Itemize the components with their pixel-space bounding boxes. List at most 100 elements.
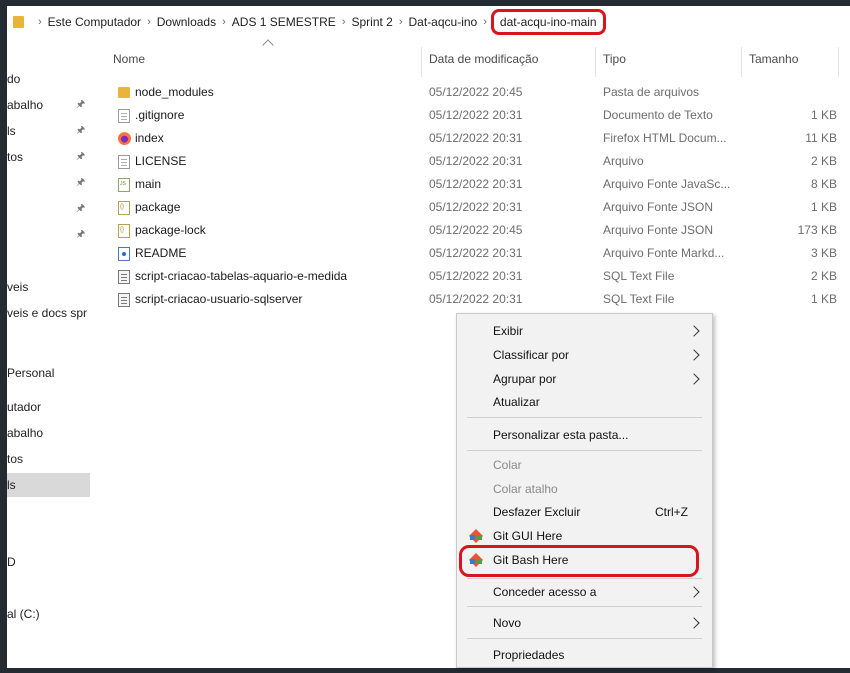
breadcrumb-item-sprint-2[interactable]: Sprint 2: [351, 15, 392, 29]
menu-item-label: Git Bash Here: [493, 553, 569, 567]
menu-item-label: Personalizar esta pasta...: [493, 428, 629, 442]
nav-item[interactable]: D: [7, 550, 90, 574]
file-row[interactable]: main 05/12/2022 20:31 Arquivo Fonte Java…: [90, 173, 850, 196]
nav-item-label: abalho: [7, 426, 44, 440]
breadcrumb-item-este-computador[interactable]: Este Computador: [48, 15, 141, 29]
menu-item-label: Desfazer Excluir: [493, 505, 581, 519]
sql-file-icon: [118, 293, 130, 307]
column-header-name[interactable]: Nome: [113, 37, 145, 77]
nav-item-label: D: [7, 555, 16, 569]
menu-item-propriedades[interactable]: Propriedades: [457, 643, 712, 667]
nav-item[interactable]: tos 🖈︎: [7, 145, 90, 169]
nav-item-selected[interactable]: ls: [7, 473, 90, 497]
chevron-right-icon: [688, 325, 700, 337]
breadcrumb-current-folder[interactable]: dat-acqu-ino-main: [490, 8, 606, 35]
chevron-right-icon[interactable]: ›: [399, 16, 403, 28]
menu-separator: [467, 417, 702, 418]
file-row[interactable]: index 05/12/2022 20:31 Firefox HTML Docu…: [90, 127, 850, 150]
menu-item-git-bash[interactable]: Git Bash Here: [457, 548, 712, 572]
menu-item-git-gui[interactable]: Git GUI Here: [457, 524, 712, 548]
breadcrumb-item-ads-1-semestre[interactable]: ADS 1 SEMESTRE: [232, 15, 336, 29]
file-date: 05/12/2022 20:31: [429, 131, 523, 145]
file-row[interactable]: script-criacao-usuario-sqlserver 05/12/2…: [90, 288, 850, 311]
menu-item-conceder-acesso[interactable]: Conceder acesso a: [457, 580, 712, 604]
column-divider[interactable]: [741, 47, 742, 77]
file-type: Firefox HTML Docum...: [603, 131, 727, 145]
chevron-right-icon[interactable]: ›: [483, 16, 487, 28]
file-type: Arquivo Fonte JavaSc...: [603, 177, 731, 191]
nav-item-label: tos: [7, 150, 24, 164]
menu-item-exibir[interactable]: Exibir: [457, 319, 712, 343]
menu-item-atualizar[interactable]: Atualizar: [457, 390, 712, 414]
nav-item-label: Personal: [7, 366, 55, 380]
chevron-right-icon[interactable]: ›: [38, 16, 42, 28]
file-size: 2 KB: [810, 269, 837, 283]
nav-item[interactable]: 🖈︎: [7, 197, 90, 221]
file-row[interactable]: README 05/12/2022 20:31 Arquivo Fonte Ma…: [90, 242, 850, 265]
menu-item-label: Classificar por: [493, 348, 570, 362]
file-size: 11 KB: [805, 131, 837, 145]
menu-item-label: Colar atalho: [493, 482, 558, 496]
file-explorer-window: › Este Computador › Downloads › ADS 1 SE…: [7, 6, 850, 668]
menu-item-label: Agrupar por: [493, 372, 557, 386]
sort-ascending-icon: [262, 39, 274, 51]
nav-item[interactable]: Personal: [7, 361, 90, 385]
nav-item[interactable]: veis e docs spr: [7, 301, 90, 325]
file-name: package-lock: [135, 223, 206, 237]
file-row[interactable]: script-criacao-tabelas-aquario-e-medida …: [90, 265, 850, 288]
file-row[interactable]: node_modules 05/12/2022 20:45 Pasta de a…: [90, 81, 850, 104]
breadcrumb-item-downloads[interactable]: Downloads: [157, 15, 216, 29]
nav-item[interactable]: 🖈︎: [7, 223, 90, 247]
file-date: 05/12/2022 20:31: [429, 200, 523, 214]
menu-separator: [467, 578, 702, 579]
file-type: Arquivo Fonte Markd...: [603, 246, 725, 260]
git-icon: [469, 529, 483, 543]
chevron-right-icon[interactable]: ›: [222, 16, 226, 28]
nav-item[interactable]: abalho: [7, 421, 90, 445]
file-date: 05/12/2022 20:31: [429, 246, 523, 260]
nav-item[interactable]: utador: [7, 395, 90, 419]
menu-item-label: Conceder acesso a: [493, 585, 597, 599]
column-divider[interactable]: [421, 47, 422, 77]
chevron-right-icon: [688, 617, 700, 629]
menu-item-agrupar[interactable]: Agrupar por: [457, 367, 712, 391]
file-row[interactable]: package-lock 05/12/2022 20:45 Arquivo Fo…: [90, 219, 850, 242]
nav-item-label: abalho: [7, 98, 44, 112]
pin-icon: 🖈︎: [76, 229, 86, 240]
column-header-type[interactable]: Tipo: [603, 37, 626, 77]
nav-item[interactable]: do: [7, 67, 90, 91]
context-menu: Exibir Classificar por Agrupar por Atual…: [456, 313, 713, 668]
nav-item[interactable]: veis: [7, 275, 90, 299]
file-size: 3 KB: [810, 246, 837, 260]
column-header-date[interactable]: Data de modificação: [429, 37, 538, 77]
nav-item-label: utador: [7, 400, 42, 414]
menu-item-personalizar[interactable]: Personalizar esta pasta...: [457, 423, 712, 447]
file-row[interactable]: package 05/12/2022 20:31 Arquivo Fonte J…: [90, 196, 850, 219]
column-divider[interactable]: [838, 47, 839, 77]
nav-item[interactable]: al (C:): [7, 602, 90, 626]
json-file-icon: [118, 224, 130, 238]
breadcrumb-item-dat-aqcu-ino[interactable]: Dat-aqcu-ino: [409, 15, 478, 29]
file-row[interactable]: .gitignore 05/12/2022 20:31 Documento de…: [90, 104, 850, 127]
file-date: 05/12/2022 20:31: [429, 108, 523, 122]
nav-item[interactable]: ls 🖈︎: [7, 119, 90, 143]
nav-item-label: tos: [7, 452, 24, 466]
nav-item[interactable]: 🖈︎: [7, 171, 90, 195]
menu-item-classificar[interactable]: Classificar por: [457, 343, 712, 367]
menu-item-colar[interactable]: Colar: [457, 453, 712, 477]
chevron-right-icon[interactable]: ›: [147, 16, 151, 28]
column-header-size[interactable]: Tamanho: [749, 37, 798, 77]
file-row[interactable]: LICENSE 05/12/2022 20:31 Arquivo 2 KB: [90, 150, 850, 173]
menu-item-novo[interactable]: Novo: [457, 611, 712, 635]
menu-item-colar-atalho[interactable]: Colar atalho: [457, 477, 712, 501]
pin-icon: 🖈︎: [76, 151, 86, 162]
nav-item[interactable]: tos: [7, 447, 90, 471]
menu-item-label: Colar: [493, 458, 522, 472]
menu-item-desfazer[interactable]: Desfazer Excluir Ctrl+Z: [457, 500, 712, 524]
file-date: 05/12/2022 20:31: [429, 154, 523, 168]
column-divider[interactable]: [595, 47, 596, 77]
chevron-right-icon[interactable]: ›: [342, 16, 346, 28]
address-bar[interactable]: › Este Computador › Downloads › ADS 1 SE…: [7, 6, 850, 37]
file-name: index: [135, 131, 164, 145]
nav-item[interactable]: abalho 🖈︎: [7, 93, 90, 117]
